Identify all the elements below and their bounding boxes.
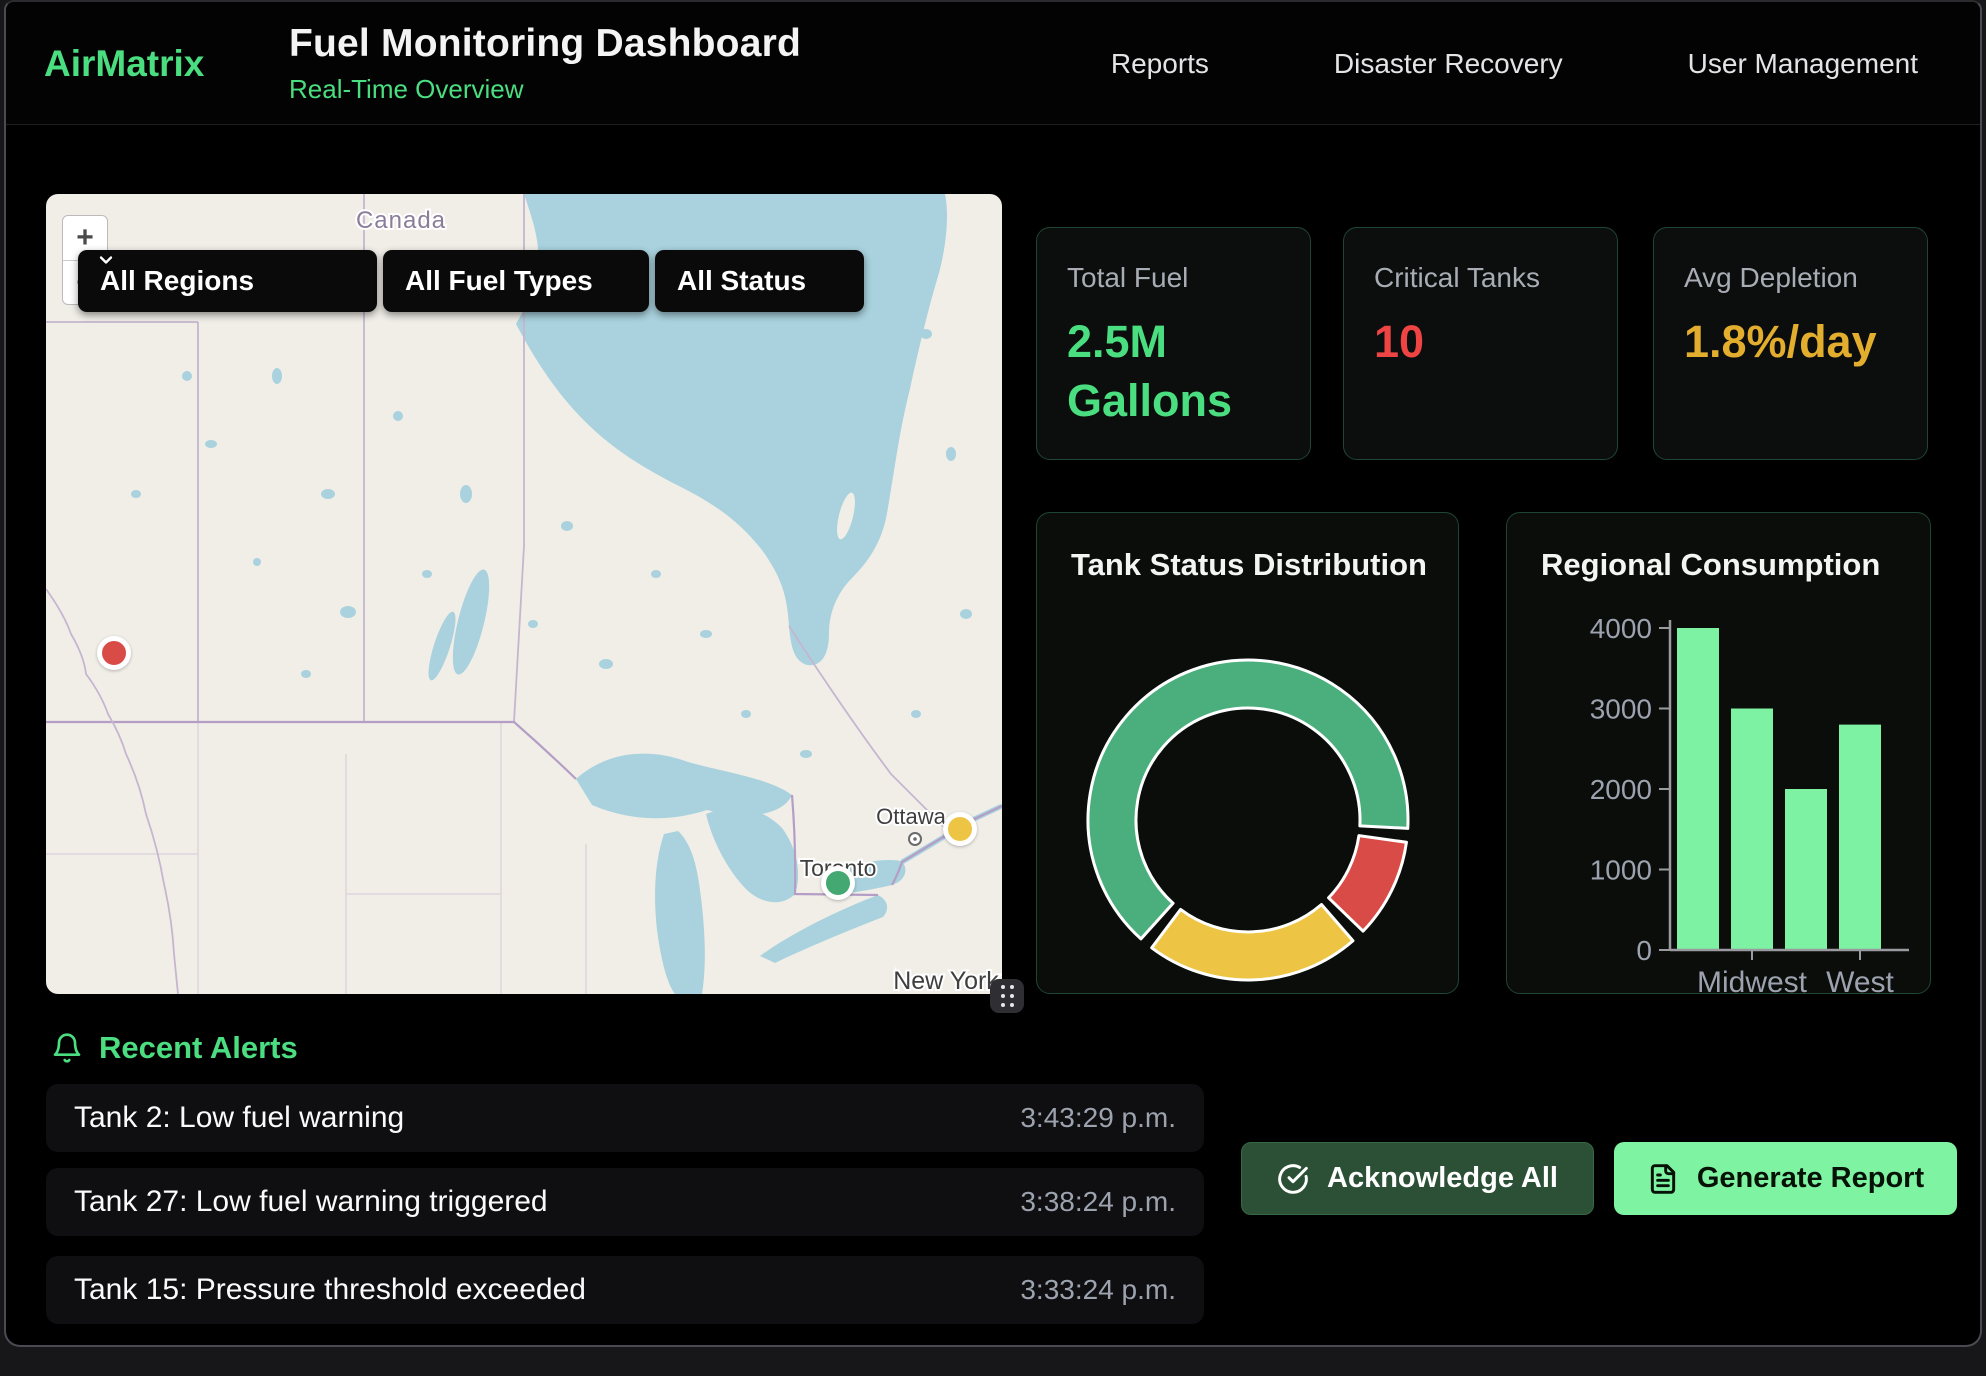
bell-icon: [51, 1031, 83, 1065]
map-canvas: Canada Ottawa Toronto New York: [46, 194, 1002, 994]
alert-timestamp: 3:33:24 p.m.: [1020, 1274, 1176, 1306]
map-label-ottawa: Ottawa: [876, 804, 946, 829]
regional-consumption-bar-chart: 0 1000 2000 3000 4000 Midwest West: [1507, 513, 1931, 994]
title-block: Fuel Monitoring Dashboard Real-Time Over…: [289, 2, 801, 125]
stat-value-total-fuel: 2.5M Gallons: [1067, 312, 1237, 431]
nav-user-management[interactable]: User Management: [1688, 48, 1918, 80]
page-title: Fuel Monitoring Dashboard: [289, 22, 801, 66]
acknowledge-all-button[interactable]: Acknowledge All: [1241, 1142, 1594, 1215]
lake-erie: [760, 895, 887, 963]
tank-marker-critical[interactable]: [97, 636, 131, 670]
lake-huron: [706, 808, 798, 902]
map-label-canada: Canada: [356, 207, 446, 234]
svg-text:1000: 1000: [1590, 855, 1652, 886]
acknowledge-all-label: Acknowledge All: [1327, 1162, 1558, 1195]
tank-status-card: Tank Status Distribution: [1036, 512, 1459, 994]
bar-chart-title: Regional Consumption: [1541, 547, 1880, 583]
region-filter-value: All Regions: [100, 265, 254, 297]
stat-value-critical-tanks: 10: [1374, 312, 1544, 371]
page-subtitle: Real-Time Overview: [289, 74, 801, 105]
alerts-heading-label: Recent Alerts: [99, 1030, 298, 1066]
alert-message: Tank 27: Low fuel warning triggered: [74, 1185, 548, 1219]
status-filter-value: All Status: [677, 265, 806, 297]
fuel-type-filter-dropdown[interactable]: All Fuel Types: [383, 250, 649, 312]
alert-row: Tank 15: Pressure threshold exceeded 3:3…: [46, 1256, 1204, 1324]
svg-text:4000: 4000: [1590, 613, 1652, 644]
check-circle-icon: [1277, 1163, 1309, 1195]
stat-value-avg-depletion: 1.8%/day: [1684, 312, 1854, 371]
lake-michigan: [655, 831, 705, 994]
alert-message: Tank 15: Pressure threshold exceeded: [74, 1273, 586, 1307]
lake-superior: [576, 754, 792, 819]
header: AirMatrix Fuel Monitoring Dashboard Real…: [6, 2, 1980, 125]
stat-label: Critical Tanks: [1374, 262, 1587, 294]
donut-chart-title: Tank Status Distribution: [1071, 547, 1427, 583]
svg-text:West: West: [1826, 966, 1894, 994]
alerts-heading: Recent Alerts: [51, 1030, 298, 1066]
generate-report-button[interactable]: Generate Report: [1614, 1142, 1957, 1215]
ottawa-town-icon: [909, 833, 921, 845]
svg-text:0: 0: [1636, 935, 1652, 966]
svg-text:3000: 3000: [1590, 694, 1652, 725]
regional-consumption-card: Regional Consumption 0 1000 2000 3000 4000 Mi…: [1506, 512, 1931, 994]
fuel-map[interactable]: Canada Ottawa Toronto New York + − All R…: [46, 194, 1002, 994]
stat-label: Avg Depletion: [1684, 262, 1897, 294]
svg-text:Midwest: Midwest: [1697, 966, 1808, 994]
stat-card-total-fuel: Total Fuel 2.5M Gallons: [1036, 227, 1311, 460]
alert-row: Tank 2: Low fuel warning 3:43:29 p.m.: [46, 1084, 1204, 1152]
alert-timestamp: 3:43:29 p.m.: [1020, 1102, 1176, 1134]
nav-reports[interactable]: Reports: [1111, 48, 1209, 80]
fuel-type-filter-value: All Fuel Types: [405, 265, 593, 297]
status-filter-dropdown[interactable]: All Status: [655, 250, 864, 312]
main-nav: Reports Disaster Recovery User Managemen…: [1111, 2, 1918, 125]
nav-disaster-recovery[interactable]: Disaster Recovery: [1334, 48, 1563, 80]
file-text-icon: [1647, 1163, 1679, 1195]
alert-timestamp: 3:38:24 p.m.: [1020, 1186, 1176, 1218]
map-label-newyork: New York: [893, 967, 999, 994]
app-window: AirMatrix Fuel Monitoring Dashboard Real…: [4, 0, 1982, 1347]
stat-card-avg-depletion: Avg Depletion 1.8%/day: [1653, 227, 1928, 460]
alert-message: Tank 2: Low fuel warning: [74, 1101, 404, 1135]
tank-marker-warning[interactable]: [943, 812, 977, 846]
resize-drag-handle[interactable]: [990, 979, 1024, 1013]
stat-card-critical-tanks: Critical Tanks 10: [1343, 227, 1618, 460]
stat-label: Total Fuel: [1067, 262, 1280, 294]
tank-marker-normal[interactable]: [821, 866, 855, 900]
region-filter-dropdown[interactable]: All Regions: [78, 250, 377, 312]
brand-logo: AirMatrix: [44, 2, 204, 125]
alert-row: Tank 27: Low fuel warning triggered 3:38…: [46, 1168, 1204, 1236]
generate-report-label: Generate Report: [1697, 1162, 1924, 1195]
state-borders: [46, 722, 586, 994]
tank-status-donut-chart: [1037, 513, 1459, 994]
svg-text:2000: 2000: [1590, 774, 1652, 805]
chevron-down-icon: [96, 250, 116, 270]
map-filter-row: All Regions All Fuel Types All Status: [78, 250, 864, 312]
